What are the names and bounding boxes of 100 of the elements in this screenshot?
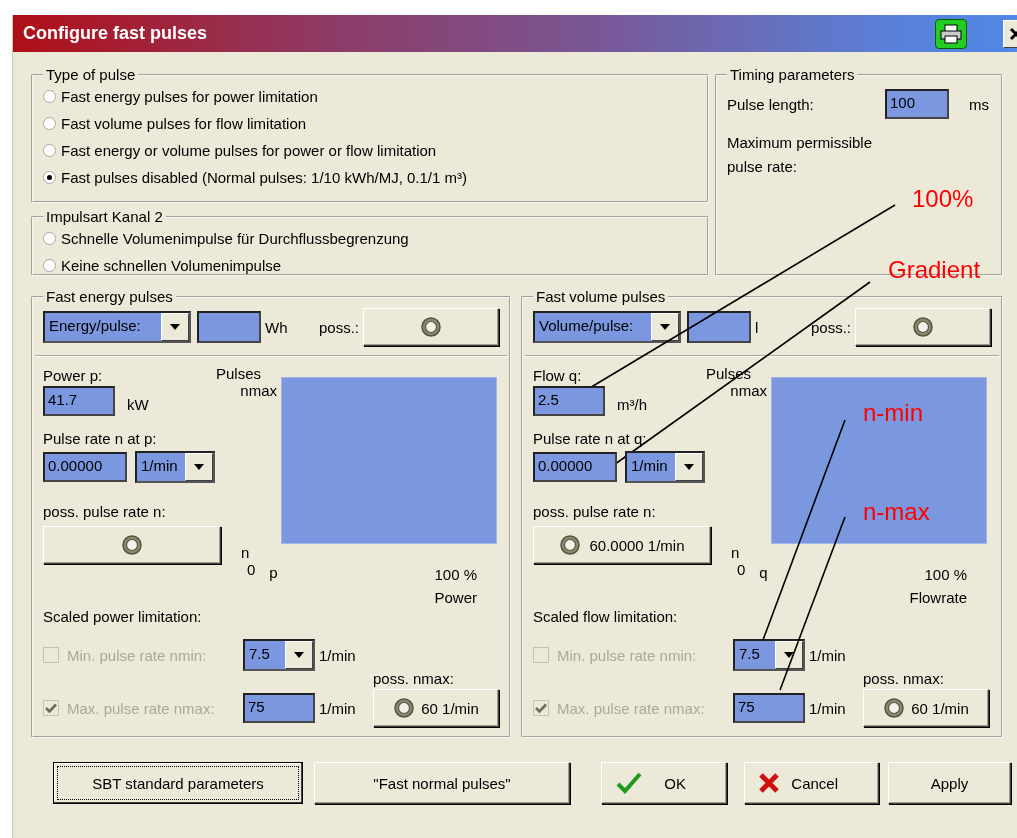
unit-label: kW [127, 395, 149, 413]
annotation-label: n-min [863, 399, 923, 427]
checkbox-label: Min. pulse rate nmin: [557, 646, 697, 664]
chart-label: n [241, 544, 251, 561]
chart-label: p [269, 564, 278, 581]
option-label[interactable]: Fast energy pulses for power limitation [61, 88, 318, 105]
checkbox-label: Min. pulse rate nmin: [67, 646, 207, 664]
radio-button[interactable] [43, 90, 56, 103]
unit-label: 1/min [319, 646, 357, 664]
field-label: Pulse length: [727, 95, 815, 113]
possible-rate-button[interactable]: 60.0000 1/min [533, 526, 711, 564]
field-label: Maximum permissible pulse rate: [727, 133, 874, 177]
field-label: poss. nmax: [373, 670, 455, 687]
annotation-label: 100% [912, 185, 974, 213]
chart-label: 0 [737, 561, 746, 580]
field-label: Flow q: [533, 367, 582, 384]
ring-icon [420, 316, 442, 338]
caret-icon [660, 324, 670, 330]
mode-dropdown[interactable]: Energy/pulse: [43, 311, 191, 343]
unit-label: 1/min [319, 699, 357, 717]
caret-icon [784, 652, 794, 658]
annotation-label: Gradient [888, 256, 981, 284]
printer-icon [940, 23, 962, 44]
field-label: Pulse rate n at p: [43, 430, 157, 447]
group-title: Fast energy pulses [46, 288, 173, 305]
possible-button[interactable] [363, 308, 499, 346]
input-field[interactable]: 100 [885, 89, 949, 119]
group-title: Timing parameters [730, 66, 855, 83]
caret-icon [194, 464, 204, 470]
input-field[interactable]: 2.5 [533, 386, 605, 416]
chart-label: 100 % [924, 566, 967, 583]
amount-field[interactable] [687, 311, 751, 343]
checkbox-label: Max. pulse rate nmax: [557, 699, 705, 717]
field-label: poss. pulse rate n: [43, 503, 166, 520]
possible-nmax-button[interactable]: 60 1/min [373, 689, 499, 727]
amount-field[interactable] [197, 311, 261, 343]
chart-label: 100 % [434, 566, 477, 583]
ring-icon [121, 534, 143, 556]
annotation-label: n-max [863, 498, 930, 526]
unit-label: 1/min [809, 699, 847, 717]
option-label[interactable]: Fast pulses disabled (Normal pulses: 1/10 kWh/MJ, 0.1/1 m³) [61, 169, 467, 186]
cross-icon [759, 773, 779, 793]
radio-button[interactable] [43, 259, 56, 272]
section-label: Scaled flow limitation: [533, 608, 679, 625]
group-title: Impulsart Kanal 2 [46, 208, 163, 225]
chart-label: nmax [240, 382, 277, 399]
input-field[interactable]: 41.7 [43, 386, 115, 416]
input-field[interactable]: 0.00000 [43, 452, 127, 482]
group-title: Type of pulse [46, 66, 136, 83]
group-title: Fast volume pulses [536, 288, 666, 305]
chart-label: q [759, 564, 768, 581]
option-label[interactable]: Fast energy or volume pulses for power or flow limitation [61, 142, 437, 159]
chart-label: Pulses [215, 365, 261, 382]
field-label: Pulse rate n at q: [533, 430, 647, 447]
chart-label: nmax [730, 382, 767, 399]
option-label[interactable]: Keine schnellen Volumenimpulse [61, 257, 282, 274]
dialog-button[interactable]: Apply [888, 762, 1011, 804]
unit-label: l [755, 318, 759, 336]
radio-button[interactable] [43, 232, 56, 245]
option-label[interactable]: Schnelle Volumenimpulse für Durchflussbegrenzung [61, 230, 409, 247]
ring-icon [883, 697, 906, 719]
caret-icon [170, 324, 180, 330]
field-label: poss. nmax: [863, 670, 945, 687]
possible-button[interactable] [855, 308, 991, 346]
radio-button[interactable] [43, 171, 56, 184]
print-button[interactable] [935, 18, 967, 49]
mode-dropdown[interactable]: Volume/pulse: [533, 311, 681, 343]
dialog-button[interactable]: SBT standard parameters [53, 762, 303, 804]
ring-icon [393, 697, 416, 719]
field-label: poss.: [318, 318, 359, 336]
possible-nmax-button[interactable]: 60 1/min [863, 689, 989, 727]
ring-icon [559, 534, 582, 556]
caret-icon [684, 464, 694, 470]
unit-dropdown[interactable]: 1/min [135, 451, 215, 483]
option-label[interactable]: Fast volume pulses for flow limitation [61, 115, 307, 132]
check-icon [616, 772, 642, 794]
caret-icon [294, 652, 304, 658]
radio-button[interactable] [43, 144, 56, 157]
chart-label: Power [434, 589, 477, 606]
possible-rate-button[interactable] [43, 526, 221, 564]
unit-label: 1/min [809, 646, 847, 664]
ring-icon [912, 316, 934, 338]
checkbox-label: Max. pulse rate nmax: [67, 699, 215, 717]
window-title: Configure fast pulses [23, 23, 209, 44]
chart-label: Flowrate [909, 589, 967, 606]
chart-label: 0 [247, 561, 256, 580]
unit-dropdown[interactable]: 1/min [625, 451, 705, 483]
radio-button[interactable] [43, 117, 56, 130]
chart-label: n [731, 544, 741, 561]
dialog-button[interactable]: OK [601, 762, 727, 804]
field-label: poss. pulse rate n: [533, 503, 656, 520]
unit-label: ms [969, 95, 989, 113]
dialog-button[interactable]: Cancel [744, 762, 879, 804]
field-label: poss.: [810, 318, 851, 336]
input-field[interactable]: 0.00000 [533, 452, 617, 482]
field-label: Power p: [43, 367, 103, 384]
dialog-button[interactable]: "Fast normal pulses" [314, 762, 570, 804]
unit-label: m³/h [617, 395, 647, 413]
section-label: Scaled power limitation: [43, 608, 203, 625]
unit-label: Wh [265, 318, 288, 336]
